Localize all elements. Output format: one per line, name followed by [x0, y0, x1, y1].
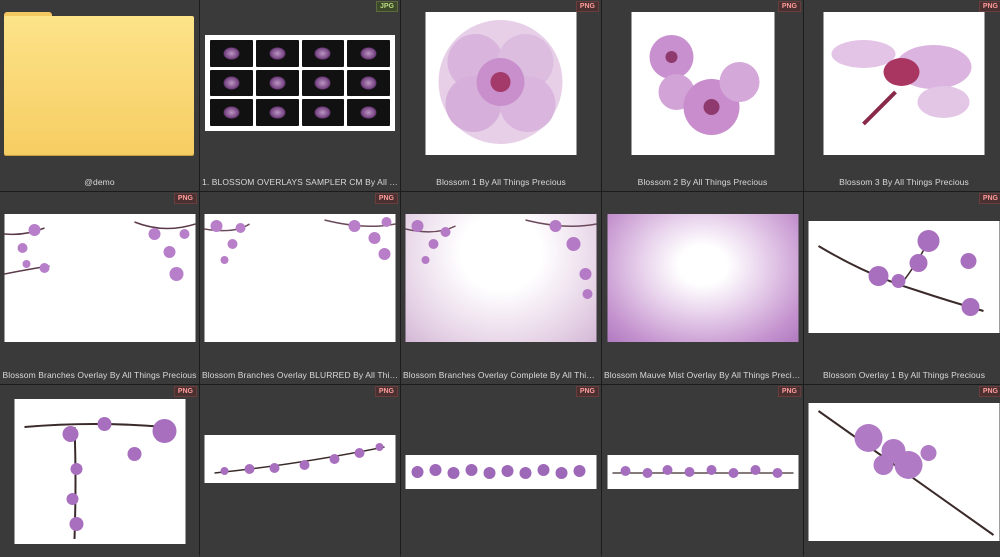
file-tile-mauve-mist[interactable]: Blossom Mauve Mist Overlay By All Things… [602, 192, 803, 384]
file-tile-demo-folder[interactable]: @demo [0, 0, 199, 191]
file-label: Blossom 3 By All Things Precious [839, 177, 969, 187]
file-type-badge: PNG [777, 386, 801, 397]
file-grid: @demo JPG 1. BLOSSOM OVERLAYS SAMPLER CM… [0, 0, 1000, 557]
file-type-badge: PNG [978, 193, 1000, 204]
blossom-2-thumbnail [631, 12, 774, 155]
file-type-badge: PNG [978, 386, 1000, 397]
file-type-badge: PNG [978, 1, 1000, 12]
file-type-badge: PNG [777, 1, 801, 12]
file-type-badge: PNG [575, 386, 599, 397]
file-label: Blossom Branches Overlay By All Things P… [2, 370, 197, 380]
file-type-badge: PNG [173, 386, 197, 397]
file-tile-branches-blurred[interactable]: PNG Blossom Branches Overlay BLURRED By … [200, 192, 400, 384]
file-label: Blossom 1 By All Things Precious [436, 177, 566, 187]
file-type-badge: PNG [173, 193, 197, 204]
file-tile-row3-4[interactable]: PNG [602, 385, 803, 557]
file-tile-blossom-overlay-1[interactable]: PNG Blossom Overlay 1 By All Things Prec… [804, 192, 1000, 384]
file-tile-row3-2[interactable]: PNG [200, 385, 400, 557]
blossom-string-thumbnail [607, 455, 798, 489]
branches-overlay-thumbnail [4, 214, 195, 342]
file-type-badge: PNG [374, 386, 398, 397]
file-tile-blossom-1[interactable]: PNG Blossom 1 By All Things Precious [401, 0, 601, 191]
blossom-overlay-1-thumbnail [808, 221, 1000, 333]
file-label: @demo [84, 177, 115, 187]
sampler-thumbnail [205, 35, 395, 131]
file-tile-row3-5[interactable]: PNG [804, 385, 1000, 557]
blossom-garland-thumbnail [405, 455, 597, 489]
file-tile-sampler[interactable]: JPG 1. BLOSSOM OVERLAYS SAMPLER CM By Al… [200, 0, 400, 191]
mauve-mist-thumbnail [607, 214, 798, 342]
blossom-1-thumbnail [425, 12, 577, 155]
file-label: Blossom Mauve Mist Overlay By All Things… [604, 370, 803, 380]
diagonal-branch-thumbnail [808, 403, 1000, 541]
file-tile-blossom-2[interactable]: PNG Blossom 2 By All Things Precious [602, 0, 803, 191]
file-tile-branches-complete[interactable]: Blossom Branches Overlay Complete By All… [401, 192, 601, 384]
file-tile-row3-3[interactable]: PNG [401, 385, 601, 557]
branch-strip-thumbnail [204, 435, 396, 483]
file-tile-row3-1[interactable]: PNG [0, 385, 199, 557]
file-type-badge: PNG [575, 1, 599, 12]
file-label: 1. BLOSSOM OVERLAYS SAMPLER CM By All Th… [202, 177, 400, 187]
file-type-badge: PNG [374, 193, 398, 204]
blossom-3-thumbnail [823, 12, 985, 155]
folder-icon [4, 12, 194, 155]
file-label: Blossom 2 By All Things Precious [637, 177, 768, 187]
hanging-branch-thumbnail [14, 399, 185, 544]
file-tile-branches-overlay[interactable]: PNG Blossom Branches Overlay By All Thin… [0, 192, 199, 384]
file-label: Blossom Branches Overlay Complete By All… [403, 370, 601, 380]
file-label: Blossom Branches Overlay BLURRED By All … [202, 370, 400, 380]
file-label: Blossom Overlay 1 By All Things Precious [822, 370, 986, 380]
file-type-badge: JPG [375, 1, 398, 12]
branches-complete-thumbnail [405, 214, 597, 342]
branches-blurred-thumbnail [204, 214, 396, 342]
file-tile-blossom-3[interactable]: PNG Blossom 3 By All Things Precious [804, 0, 1000, 191]
